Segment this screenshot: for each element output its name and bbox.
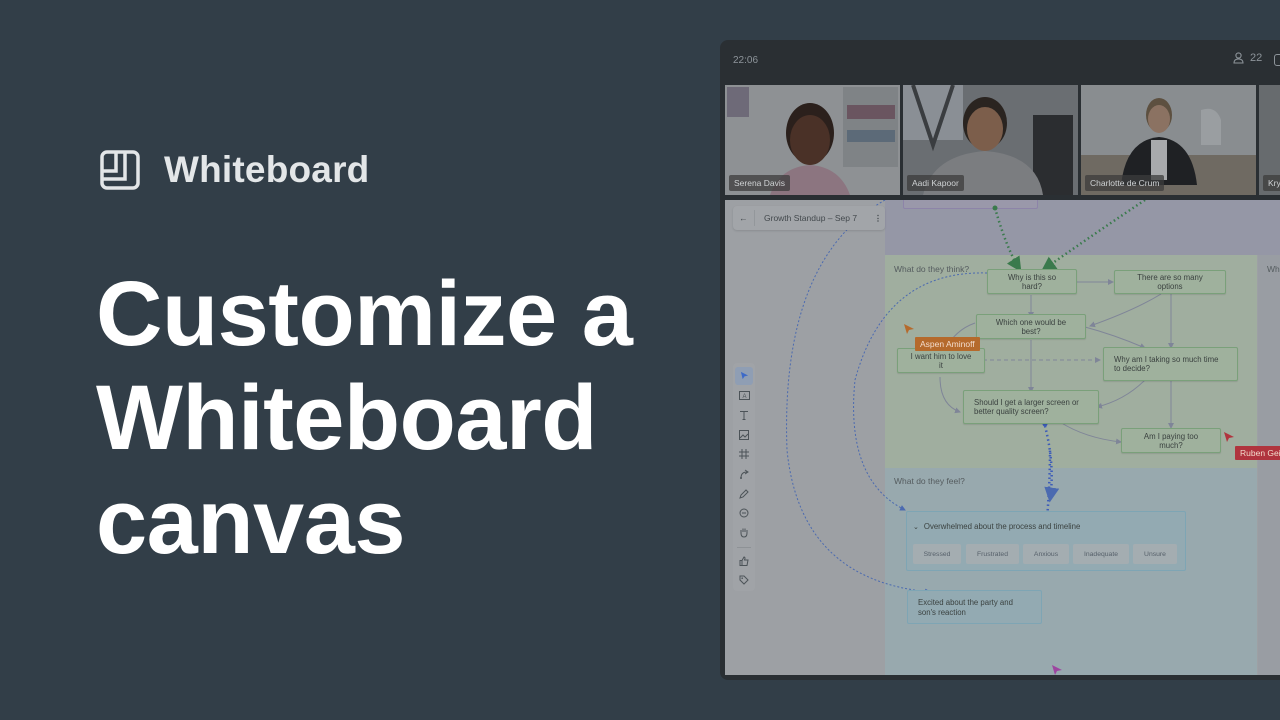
sticky-note[interactable]: Excited about the party and son's reacti…: [907, 590, 1042, 624]
chevron-down-icon[interactable]: ⌄: [913, 523, 919, 531]
emotion-chip[interactable]: Frustrated: [966, 544, 1019, 564]
connector: [1089, 293, 1162, 328]
sticky-note[interactable]: There are so many options: [1114, 270, 1226, 294]
person-icon: [1233, 52, 1244, 64]
emotion-chip[interactable]: Inadequate: [1073, 544, 1129, 564]
chip-label: Anxious: [1033, 550, 1059, 558]
connector: [1096, 379, 1146, 409]
connector-icon: [740, 469, 749, 480]
meeting-topbar: 22:06 22: [720, 40, 1280, 82]
image-tool[interactable]: [735, 426, 753, 444]
document-header: ← Growth Standup – Sep 7 ⋮: [733, 206, 885, 230]
chip-label: Inadequate: [1083, 550, 1119, 558]
cursor-select-icon: [740, 372, 748, 380]
arrow-left-icon[interactable]: ←: [733, 210, 755, 226]
chip-label: Stressed: [923, 550, 951, 558]
connector: [993, 207, 1022, 273]
grid-tool[interactable]: [735, 446, 753, 464]
cursor-arrow-icon: [1224, 432, 1234, 442]
meeting-clock: 22:06: [733, 55, 759, 66]
sticky-note[interactable]: Which one would be best?: [976, 314, 1086, 339]
text-box-icon: A: [738, 390, 750, 400]
reaction-tool[interactable]: [735, 552, 753, 570]
text-box-tool[interactable]: A: [735, 387, 753, 405]
participant-name: Serena Davis: [729, 175, 791, 191]
sticky-note[interactable]: Why is this so hard?: [987, 269, 1077, 294]
whiteboard-logo-icon: [100, 150, 140, 190]
headline-line-2: Whiteboard: [96, 367, 597, 469]
more-vertical-icon[interactable]: ⋮: [871, 213, 885, 224]
comment-icon: [739, 508, 749, 518]
connector: [1084, 326, 1146, 349]
hand-icon: [740, 528, 748, 538]
meeting-window: 22:06 22 Serena Davis Aadi Kapoor Charlo…: [720, 40, 1280, 680]
cursor-arrow-icon: [904, 324, 914, 334]
toolbar-divider: [737, 546, 751, 548]
video-tile[interactable]: Charlotte de Crum: [1081, 85, 1256, 195]
sticky-text: There are so many options: [1137, 273, 1203, 291]
sticky-text: Which one would be best?: [995, 317, 1067, 336]
chip-label: Frustrated: [977, 550, 1008, 558]
emotion-chip[interactable]: Stressed: [913, 544, 961, 564]
thumbs-up-icon: [739, 556, 749, 566]
connector-tool[interactable]: [735, 465, 753, 483]
sticky-text: I want him to love it: [910, 351, 972, 370]
connector: [1043, 425, 1060, 503]
emotion-chip[interactable]: Anxious: [1023, 544, 1069, 564]
video-strip: Serena Davis Aadi Kapoor Charlotte de Cr…: [725, 85, 1280, 195]
connector: [939, 376, 961, 414]
emotion-chip[interactable]: Unsure: [1133, 544, 1177, 564]
sticky-text: Should I get a larger screen or better q…: [974, 398, 1079, 416]
participant-name: Kry: [1263, 175, 1280, 191]
sticky-note[interactable]: I want him to love it: [897, 348, 985, 373]
text-icon: [740, 411, 748, 421]
chip-label: Unsure: [1144, 550, 1166, 558]
sticky-text: Am I paying too much?: [1143, 431, 1199, 450]
document-title[interactable]: Growth Standup – Sep 7: [755, 213, 871, 223]
cursor-arrow-icon: [1052, 665, 1062, 675]
pen-tool[interactable]: [735, 485, 753, 503]
collaborator-cursor-label: Ruben Gei: [1235, 446, 1280, 460]
feel-group-card[interactable]: ⌄ Overwhelmed about the process and time…: [906, 511, 1186, 571]
svg-text:A: A: [742, 394, 746, 400]
headline: Customize a Whiteboard canvas: [96, 262, 696, 574]
tag-tool[interactable]: [735, 571, 753, 589]
brand-name: Whiteboard: [164, 149, 370, 190]
feel-group-title: Overwhelmed about the process and timeli…: [923, 522, 1081, 531]
headline-line-3: canvas: [96, 471, 406, 573]
sticky-text: Why am I taking so much time to decide?: [1114, 355, 1219, 373]
grid-icon: [739, 449, 749, 460]
tag-icon: [739, 575, 749, 585]
whiteboard-toolbar: A: [733, 363, 755, 591]
sticky-text: Excited about the party and son's reacti…: [918, 598, 1013, 617]
video-tile[interactable]: Aadi Kapoor: [903, 85, 1078, 195]
headline-line-1: Customize a: [96, 263, 633, 365]
chat-icon[interactable]: [1274, 54, 1280, 66]
whiteboard-canvas[interactable]: What do they think? What do they feel? W…: [725, 200, 1280, 675]
sticky-note[interactable]: Am I paying too much?: [1121, 428, 1221, 453]
text-tool[interactable]: [735, 406, 753, 424]
participants-button[interactable]: 22: [1233, 52, 1262, 64]
brand: Whiteboard: [100, 149, 369, 191]
collaborator-cursor-label: Aspen Aminoff: [915, 337, 980, 351]
feel-group-header[interactable]: ⌄ Overwhelmed about the process and time…: [913, 522, 1080, 531]
sticky-note[interactable]: Should I get a larger screen or better q…: [963, 390, 1099, 424]
sticky-text: Why is this so hard?: [1007, 272, 1057, 291]
video-tile[interactable]: Serena Davis: [725, 85, 900, 195]
participant-name: Charlotte de Crum: [1085, 175, 1165, 191]
video-tile[interactable]: Kry: [1259, 85, 1280, 195]
connector: [1059, 421, 1122, 445]
participant-count: 22: [1250, 52, 1263, 64]
participant-name: Aadi Kapoor: [907, 175, 964, 191]
image-icon: [739, 429, 749, 440]
hand-tool[interactable]: [735, 524, 753, 542]
sticky-note[interactable]: Why am I taking so much time to decide?: [1103, 347, 1238, 381]
comment-tool[interactable]: [735, 504, 753, 522]
select-tool[interactable]: [735, 367, 753, 385]
pen-icon: [739, 488, 749, 499]
connector: [1040, 200, 1146, 272]
